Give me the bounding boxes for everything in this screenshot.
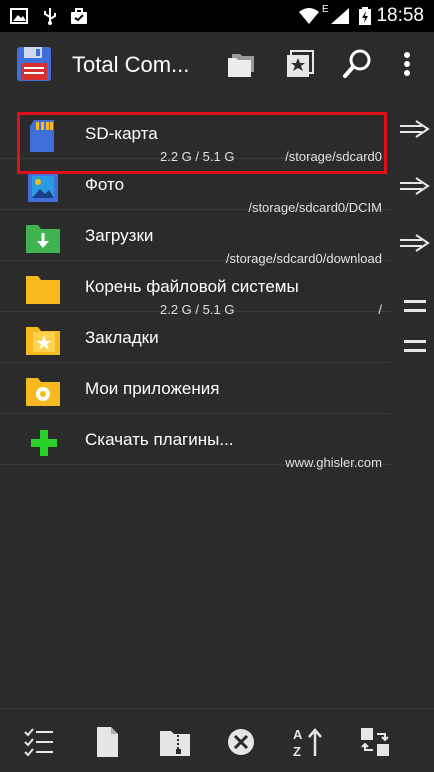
app-title: Total Com... xyxy=(72,52,190,77)
status-bar: E 18:58 xyxy=(0,0,434,32)
svg-text:Z: Z xyxy=(293,744,301,759)
app-bar: Total Com... xyxy=(0,32,434,98)
download-folder-icon xyxy=(26,225,60,253)
photo-icon xyxy=(28,172,58,202)
folder-icon xyxy=(26,276,60,304)
more-vertical-icon[interactable] xyxy=(390,46,424,82)
selection-highlight xyxy=(17,112,387,174)
list-item-plugins[interactable]: Скачать плагины... www.ghisler.com xyxy=(0,414,390,470)
plus-icon xyxy=(31,430,57,456)
search-icon[interactable] xyxy=(340,46,376,82)
list-item-downloads[interactable]: Загрузки /storage/sdcard0/download xyxy=(0,210,390,266)
location-name: Фото xyxy=(85,175,125,194)
arrow-right-icon[interactable] xyxy=(398,232,432,254)
floppy-disk-icon xyxy=(17,47,51,81)
menu-icon[interactable] xyxy=(398,296,432,318)
location-path: www.ghisler.com xyxy=(285,455,382,470)
svg-text:A: A xyxy=(293,727,303,742)
list-item-my-apps[interactable]: Мои приложения xyxy=(0,363,390,414)
sort-az-icon[interactable]: A Z xyxy=(291,725,325,759)
folders-icon[interactable] xyxy=(224,46,260,82)
usb-icon xyxy=(44,8,56,25)
swap-panels-icon[interactable] xyxy=(358,725,392,759)
close-circle-icon[interactable] xyxy=(224,725,258,759)
arrow-right-icon[interactable] xyxy=(398,118,432,140)
briefcase-icon xyxy=(71,8,87,24)
network-type-label: E xyxy=(322,4,329,15)
location-name: Скачать плагины... xyxy=(85,430,234,449)
location-name: Закладки xyxy=(85,328,159,347)
select-list-icon[interactable] xyxy=(22,725,56,759)
bookmark-star-icon[interactable] xyxy=(282,46,318,82)
new-file-icon[interactable] xyxy=(90,725,124,759)
bookmarks-folder-icon xyxy=(26,327,60,355)
menu-icon[interactable] xyxy=(398,336,432,358)
location-name: Корень файловой системы xyxy=(85,277,299,296)
location-name: Загрузки xyxy=(85,226,154,245)
status-clock: 18:58 xyxy=(376,5,424,26)
apps-folder-icon xyxy=(26,378,60,406)
signal-icon xyxy=(331,8,349,24)
list-item-bookmarks[interactable]: Закладки xyxy=(0,312,390,363)
wifi-icon xyxy=(299,8,319,24)
zip-file-icon[interactable] xyxy=(158,725,192,759)
image-icon xyxy=(10,8,28,24)
bottom-toolbar: A Z xyxy=(0,708,434,772)
location-name: Мои приложения xyxy=(85,379,220,398)
battery-icon xyxy=(359,7,371,25)
arrow-right-icon[interactable] xyxy=(398,175,432,197)
list-item-root[interactable]: Корень файловой системы 2.2 G / 5.1 G / xyxy=(0,261,390,317)
